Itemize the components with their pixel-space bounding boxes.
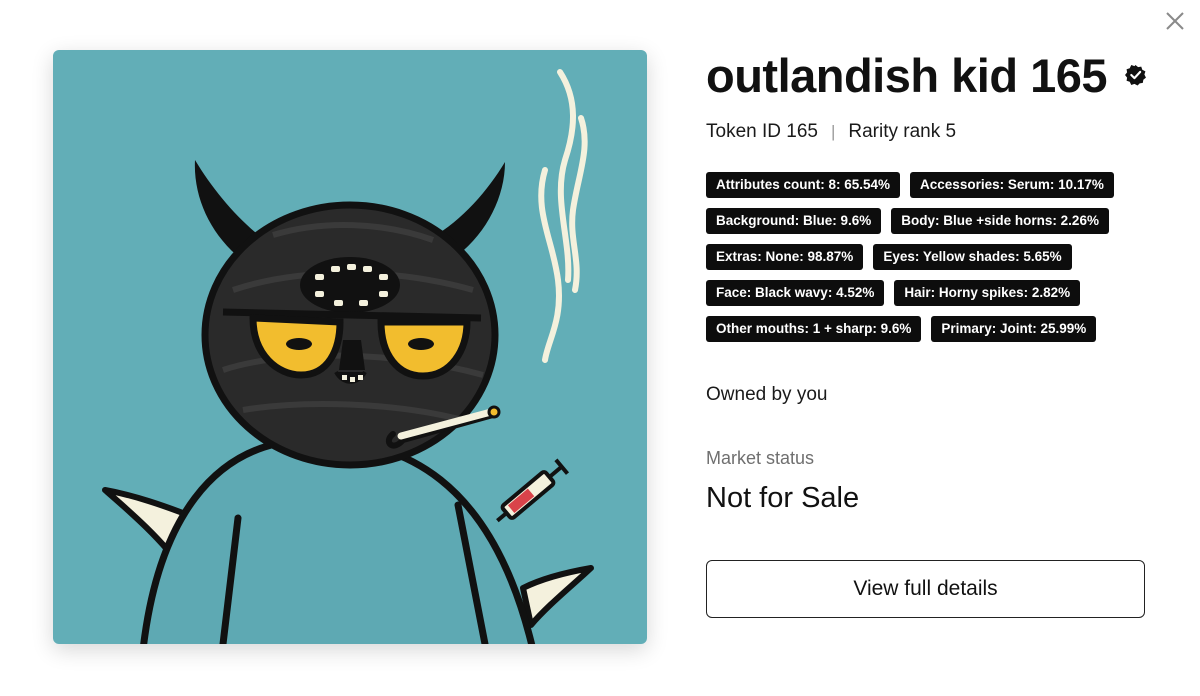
close-icon[interactable] bbox=[1160, 6, 1190, 36]
rarity-rank: Rarity rank 5 bbox=[848, 121, 957, 142]
market-status-label: Market status bbox=[706, 448, 815, 468]
attribute-tag: Body: Blue +side horns: 2.26% bbox=[891, 208, 1109, 234]
attribute-tag: Other mouths: 1 + sharp: 9.6% bbox=[706, 316, 922, 342]
attribute-tag: Background: Blue: 9.6% bbox=[706, 208, 882, 234]
attribute-tag: Hair: Horny spikes: 2.82% bbox=[894, 280, 1081, 306]
attribute-tag: Accessories: Serum: 10.17% bbox=[910, 172, 1114, 198]
attribute-tag: Attributes count: 8: 65.54% bbox=[706, 172, 901, 198]
nft-image bbox=[53, 50, 647, 644]
token-meta: Token ID 165 | Rarity rank 5 bbox=[706, 121, 1146, 143]
meta-divider: | bbox=[830, 122, 836, 141]
attribute-tag: Extras: None: 98.87% bbox=[706, 244, 864, 270]
attribute-tag: Face: Black wavy: 4.52% bbox=[706, 280, 885, 306]
info-panel: outlandish kid 165 Token ID 165 | Rarity… bbox=[706, 44, 1146, 618]
attribute-tag: Primary: Joint: 25.99% bbox=[931, 316, 1097, 342]
close-button[interactable] bbox=[1160, 6, 1190, 36]
owner-text: Owned by you bbox=[706, 384, 828, 405]
market-status-value: Not for Sale bbox=[706, 482, 860, 514]
attribute-tag: Eyes: Yellow shades: 5.65% bbox=[873, 244, 1072, 270]
attribute-tags: Attributes count: 8: 65.54% Accessories:… bbox=[706, 172, 1146, 352]
title-row: outlandish kid 165 bbox=[706, 44, 1146, 106]
token-id: Token ID 165 bbox=[706, 121, 818, 142]
nft-title: outlandish kid 165 bbox=[706, 48, 1108, 102]
verified-badge-icon bbox=[1125, 65, 1146, 86]
view-full-details-button[interactable]: View full details bbox=[706, 560, 1145, 618]
